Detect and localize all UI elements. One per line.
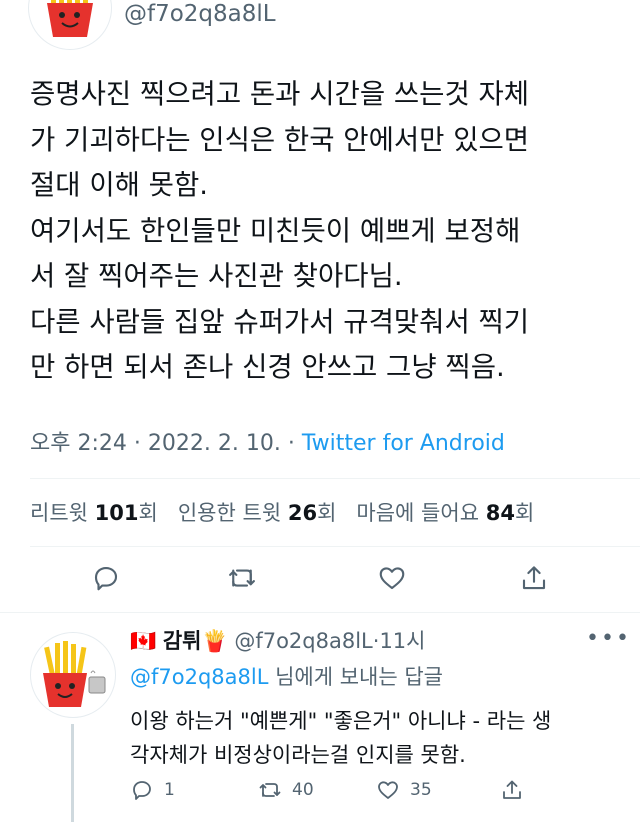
- share-icon: [522, 566, 546, 590]
- likes-label: 마음에 들어요: [356, 501, 480, 525]
- reply-button[interactable]: [86, 558, 126, 598]
- fries-mascot-icon: [47, 0, 93, 37]
- reply-header: 🇨🇦 감튀🍟 @f7o2q8a8lL·11시: [130, 626, 425, 656]
- section-divider: [0, 612, 640, 613]
- more-options-button[interactable]: •••: [586, 626, 631, 651]
- quotes-stat[interactable]: 인용한 트윗 26회: [178, 501, 337, 525]
- count-unit: 회: [138, 501, 158, 525]
- meta-dot: ·: [287, 431, 295, 456]
- reply-share-button[interactable]: [500, 778, 524, 802]
- like-icon: [379, 567, 405, 590]
- retweets-label: 리트윗: [30, 501, 88, 525]
- retweet-icon: [229, 569, 255, 587]
- share-icon: [503, 780, 521, 799]
- replying-to: @f7o2q8a8lL 님에게 보내는 답글: [130, 662, 443, 692]
- reply-icon: [94, 566, 118, 591]
- main-avatar[interactable]: [28, 0, 112, 50]
- reply-time[interactable]: 11시: [379, 629, 425, 653]
- retweets-count: 101: [94, 501, 139, 525]
- quotes-label: 인용한 트윗: [177, 501, 282, 525]
- reply-text: 이왕 하는거 "예쁜게" "좋은거" 아니냐 - 라는 생 각자체가 비정상이라…: [130, 704, 551, 772]
- share-button[interactable]: [514, 558, 554, 598]
- fries-emoji-icon: 🍟: [201, 629, 228, 653]
- reply-display-name[interactable]: 감튀: [163, 629, 202, 653]
- reply-mention-link[interactable]: @f7o2q8a8lL: [130, 665, 268, 689]
- author-handle[interactable]: @f7o2q8a8lL: [124, 0, 276, 28]
- reply-count: 1: [164, 780, 175, 800]
- quotes-count: 26: [287, 501, 318, 525]
- meta-dot: ·: [133, 431, 141, 456]
- reply-line: 이왕 하는거 "예쁜게" "좋은거" 아니냐 - 라는 생: [130, 709, 552, 733]
- reply-like-button[interactable]: 35: [376, 778, 432, 802]
- tweet-date[interactable]: 2022. 2. 10.: [148, 431, 281, 456]
- count-unit: 회: [317, 501, 337, 525]
- tweet-text: 증명사진 찍으려고 돈과 시간을 쓰는것 자체 가 기괴하다는 인식은 한국 안…: [30, 72, 620, 391]
- count-unit: 회: [514, 501, 535, 525]
- tweet-line: 증명사진 찍으려고 돈과 시간을 쓰는것 자체: [30, 78, 530, 110]
- thread-line: [71, 724, 74, 822]
- divider: [30, 546, 640, 547]
- reply-line: 각자체가 비정상이라는걸 인지를 못함.: [130, 743, 466, 767]
- replying-to-label: 님에게 보내는 답글: [268, 665, 444, 689]
- like-count: 35: [410, 780, 432, 800]
- likes-count: 84: [485, 501, 515, 525]
- tweet-line: 만 하면 되서 존나 신경 안쓰고 그냥 찍음.: [30, 351, 505, 383]
- tweet-line: 여기서도 한인들만 미친듯이 예쁘게 보정해: [30, 214, 521, 247]
- reply-reply-button[interactable]: 1: [130, 778, 175, 802]
- flag-icon: 🇨🇦: [130, 629, 157, 653]
- fries-mascot-icon: [43, 641, 106, 707]
- reply-retweet-button[interactable]: 40: [258, 778, 314, 802]
- retweets-stat[interactable]: 리트윗 101회: [30, 501, 158, 525]
- retweet-icon: [259, 783, 281, 797]
- like-button[interactable]: [372, 558, 412, 598]
- likes-stat[interactable]: 마음에 들어요 84회: [356, 501, 534, 525]
- retweet-button[interactable]: [222, 558, 262, 598]
- reply-icon: [133, 781, 151, 800]
- tweet-line: 서 잘 찍어주는 사진관 찾아다님.: [30, 260, 403, 292]
- retweet-count: 40: [292, 780, 314, 800]
- tweet-line: 다른 사람들 집앞 슈퍼가서 규격맞춰서 찍기: [30, 305, 530, 338]
- tweet-meta: 오후 2:24 · 2022. 2. 10. · Twitter for And…: [30, 428, 505, 460]
- like-icon: [378, 781, 398, 799]
- reply-avatar[interactable]: [30, 632, 116, 718]
- tweet-stats: 리트윗 101회 인용한 트윗 26회 마음에 들어요 84회: [30, 496, 534, 530]
- tweet-source-link[interactable]: Twitter for Android: [302, 431, 505, 456]
- reply-handle[interactable]: @f7o2q8a8lL: [234, 629, 372, 653]
- tweet-time[interactable]: 오후 2:24: [30, 431, 127, 456]
- divider: [30, 478, 640, 479]
- tweet-line: 절대 이해 못함.: [30, 169, 209, 201]
- tweet-line: 가 기괴하다는 인식은 한국 안에서만 있으면: [30, 123, 530, 156]
